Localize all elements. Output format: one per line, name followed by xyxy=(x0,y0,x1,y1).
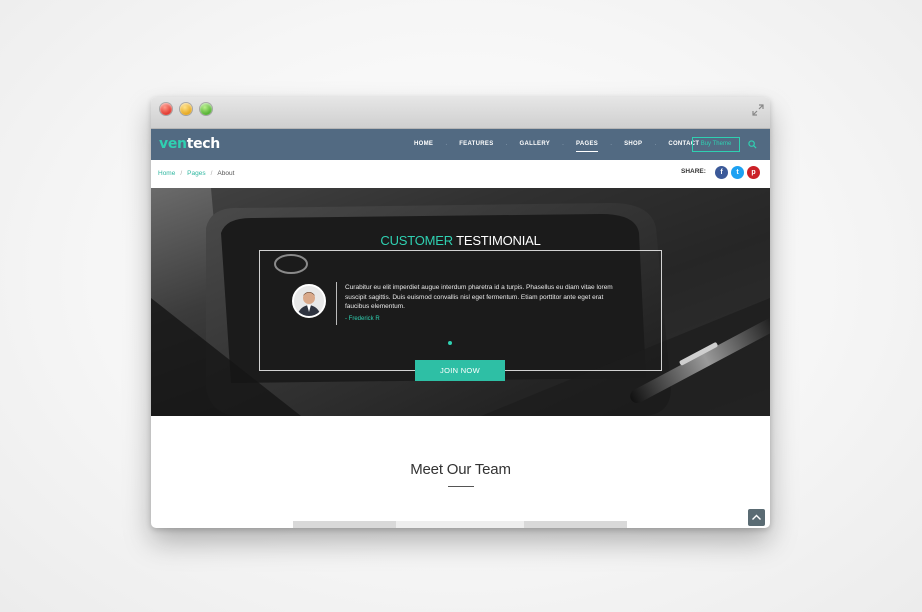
window-titlebar xyxy=(151,97,770,129)
nav-separator: · xyxy=(562,141,565,148)
nav-item-gallery[interactable]: GALLERY xyxy=(520,129,551,160)
team-section-title: Meet Our Team xyxy=(410,461,511,478)
main-navbar: ventech HOME · FEATURES · GALLERY · PAGE… xyxy=(151,129,770,160)
nav-item-pages[interactable]: PAGES xyxy=(576,129,599,160)
breadcrumb-separator: / xyxy=(210,170,213,177)
facebook-share-button[interactable]: f xyxy=(715,166,728,179)
heading-accent: CUSTOMER xyxy=(380,233,453,248)
breadcrumb-pages-link[interactable]: Pages xyxy=(187,170,205,177)
nav-separator: · xyxy=(505,141,508,148)
nav-menu: HOME · FEATURES · GALLERY · PAGES · SHOP… xyxy=(414,129,699,160)
carousel-dot[interactable] xyxy=(448,341,452,345)
breadcrumb-current: About xyxy=(217,170,235,177)
breadcrumb-home-link[interactable]: Home xyxy=(158,170,175,177)
buy-theme-button[interactable]: Buy Theme xyxy=(692,137,740,152)
chevron-up-icon xyxy=(752,514,761,520)
pinterest-share-button[interactable]: p xyxy=(747,166,760,179)
testimonial-quote: Curabitur eu elit imperdiet augue interd… xyxy=(345,284,613,310)
testimonial-hero: CUSTOMER TESTIMONIAL Curabitur eu elit i… xyxy=(151,188,770,416)
team-member-card[interactable] xyxy=(524,521,627,528)
browser-window: ventech HOME · FEATURES · GALLERY · PAGE… xyxy=(151,97,770,528)
breadcrumb-bar: Home / Pages / About SHARE: f t p xyxy=(151,160,770,188)
testimonial-author: - Frederick R xyxy=(345,316,380,322)
share-label: SHARE: xyxy=(681,168,706,175)
logo-text-accent: ven xyxy=(159,136,187,152)
breadcrumb-separator: / xyxy=(180,170,183,177)
nav-item-shop[interactable]: SHOP xyxy=(624,129,642,160)
logo-text-main: tech xyxy=(186,136,221,152)
nav-separator: · xyxy=(445,141,448,148)
maximize-window-button[interactable] xyxy=(200,103,212,115)
quote-divider xyxy=(336,282,337,325)
site-logo[interactable]: ventech xyxy=(159,136,220,152)
search-icon[interactable] xyxy=(748,140,757,149)
minimize-window-button[interactable] xyxy=(180,103,192,115)
team-member-card[interactable] xyxy=(293,521,396,528)
title-underline xyxy=(448,486,474,487)
nav-item-home[interactable]: HOME xyxy=(414,129,433,160)
join-now-button[interactable]: JOIN NOW xyxy=(415,360,505,381)
scroll-to-top-button[interactable] xyxy=(748,509,765,526)
nav-item-features[interactable]: FEATURES xyxy=(459,129,493,160)
team-member-card[interactable] xyxy=(396,521,524,528)
twitter-share-button[interactable]: t xyxy=(731,166,744,179)
expand-arrows-icon[interactable] xyxy=(751,103,765,117)
nav-separator: · xyxy=(654,141,657,148)
author-avatar xyxy=(292,284,326,318)
nav-separator: · xyxy=(610,141,613,148)
heading-main: TESTIMONIAL xyxy=(456,233,541,248)
breadcrumb: Home / Pages / About xyxy=(158,170,234,177)
testimonial-heading: CUSTOMER TESTIMONIAL xyxy=(151,233,770,248)
close-window-button[interactable] xyxy=(160,103,172,115)
